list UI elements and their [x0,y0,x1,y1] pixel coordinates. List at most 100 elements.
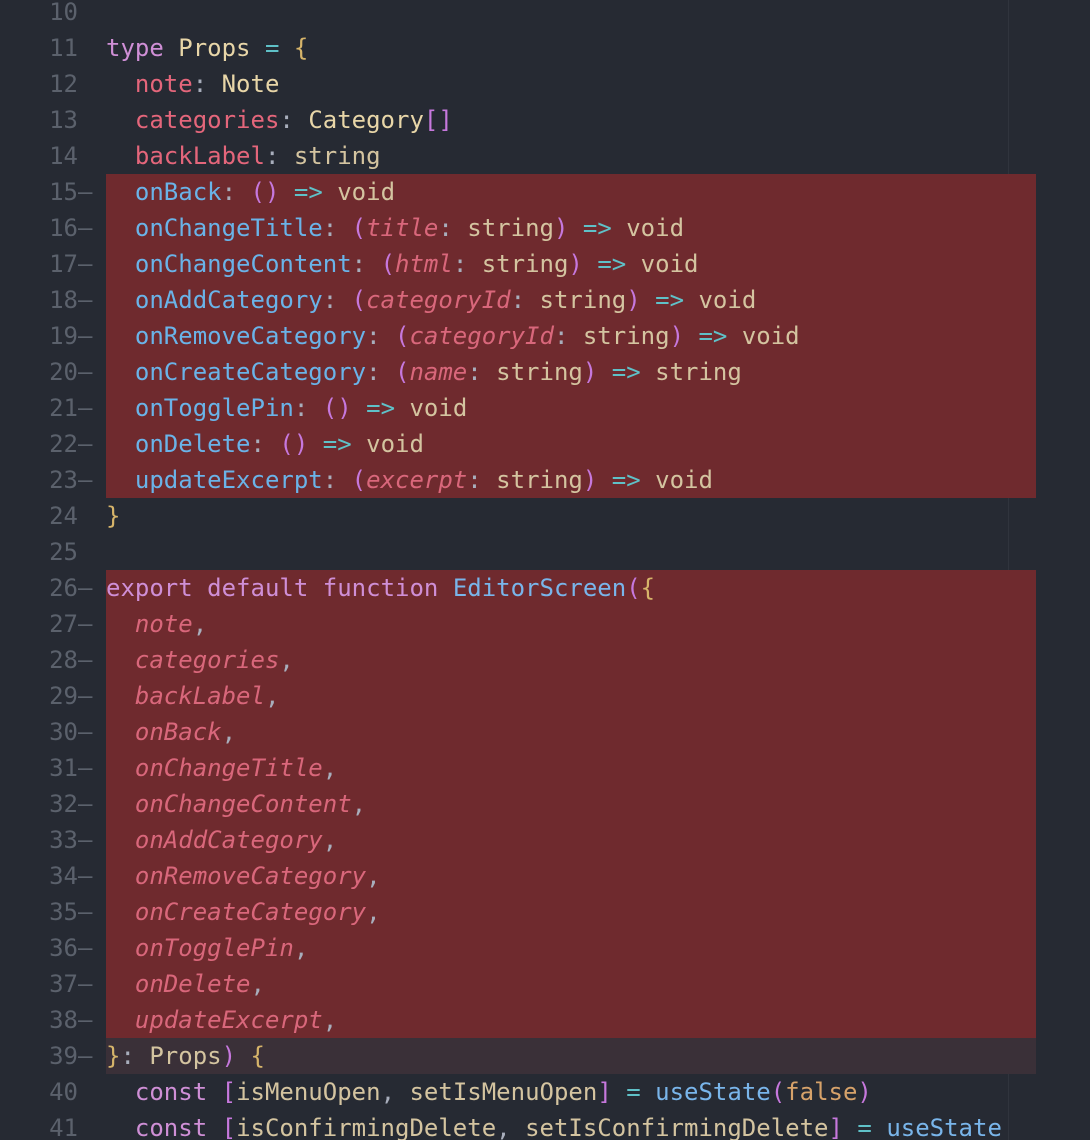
code-text[interactable]: const [isConfirmingDelete, setIsConfirmi… [106,1110,1002,1140]
code-text[interactable]: categories: Category[] [106,102,453,138]
code-token: const [134,1114,208,1140]
code-line[interactable]: 37— onDelete, [0,966,1090,1002]
change-marker-icon[interactable]: — [78,930,98,966]
code-token: Category [308,106,424,134]
change-marker-icon[interactable]: — [78,174,98,210]
code-line[interactable]: 26— export default function EditorScreen(… [0,570,1090,606]
code-text[interactable]: onChangeTitle: (title: string) => void [106,210,684,246]
code-text[interactable]: onAddCategory, [106,822,337,858]
change-marker-icon[interactable]: — [78,354,98,390]
change-marker-icon[interactable]: — [78,390,98,426]
code-line[interactable]: 15— onBack: () => void [0,174,1090,210]
code-editor[interactable]: 10 11 type Props = {12 note: Note 13 catego… [0,0,1090,1140]
code-text[interactable]: updateExcerpt, [106,1002,337,1038]
code-line[interactable]: 12 note: Note [0,66,1090,102]
code-token: , [322,826,338,854]
code-text[interactable]: backLabel, [106,678,280,714]
code-line[interactable]: 24} [0,498,1090,534]
code-text[interactable]: onTogglePin: () => void [106,390,467,426]
code-text[interactable]: onChangeContent, [106,786,366,822]
code-line[interactable]: 39—}: Props) { [0,1038,1090,1074]
code-line[interactable]: 27— note, [0,606,1090,642]
code-line[interactable]: 20— onCreateCategory: (name: string) => … [0,354,1090,390]
code-text[interactable]: onCreateCategory: (name: string) => stri… [106,354,742,390]
change-marker-icon[interactable]: — [78,750,98,786]
change-marker-icon[interactable]: — [78,462,98,498]
code-token: => [366,394,396,422]
code-line[interactable]: 28— categories, [0,642,1090,678]
code-line[interactable]: 33— onAddCategory, [0,822,1090,858]
change-marker-icon[interactable]: — [78,786,98,822]
change-marker-icon[interactable]: — [78,966,98,1002]
code-line[interactable]: 18— onAddCategory: (categoryId: string) … [0,282,1090,318]
change-marker-icon[interactable]: — [78,606,98,642]
code-text[interactable]: note: Note [106,66,280,102]
code-text[interactable]: type Props = { [106,30,308,66]
code-text[interactable]: onBack, [106,714,236,750]
code-line[interactable]: 40 const [isMenuOpen, setIsMenuOpen] = u… [0,1074,1090,1110]
change-marker-icon[interactable]: — [78,210,98,246]
code-line[interactable]: 29— backLabel, [0,678,1090,714]
code-text[interactable]: onTogglePin, [106,930,308,966]
code-line[interactable]: 19— onRemoveCategory: (categoryId: strin… [0,318,1090,354]
code-text[interactable]: note, [106,606,207,642]
change-marker-icon[interactable]: — [78,894,98,930]
code-token: useState [886,1114,1002,1140]
code-line[interactable]: 31— onChangeTitle, [0,750,1090,786]
code-line[interactable]: 38— updateExcerpt, [0,1002,1090,1038]
code-text[interactable]: onCreateCategory, [106,894,381,930]
change-marker-icon[interactable]: — [78,714,98,750]
change-marker-icon[interactable]: — [78,1002,98,1038]
code-text[interactable]: backLabel: string [106,138,381,174]
code-line[interactable]: 36— onTogglePin, [0,930,1090,966]
code-line[interactable]: 13 categories: Category[] [0,102,1090,138]
change-marker-icon[interactable]: — [78,570,98,606]
code-token: ) [582,466,598,494]
code-line[interactable]: 23— updateExcerpt: (excerpt: string) => … [0,462,1090,498]
code-text[interactable]: onBack: () => void [106,174,395,210]
code-token: type [106,34,164,62]
change-marker-icon[interactable]: — [78,426,98,462]
code-line[interactable]: 11 type Props = { [0,30,1090,66]
code-line[interactable]: 22— onDelete: () => void [0,426,1090,462]
code-line[interactable]: 34— onRemoveCategory, [0,858,1090,894]
code-text[interactable]: onAddCategory: (categoryId: string) => v… [106,282,756,318]
code-line[interactable]: 41 const [isConfirmingDelete, setIsConfi… [0,1110,1090,1140]
code-text[interactable]: categories, [106,642,294,678]
change-marker-icon[interactable]: — [78,822,98,858]
code-text[interactable]: export default function EditorScreen({ [106,570,655,606]
change-marker-icon[interactable]: — [78,318,98,354]
code-text[interactable]: onRemoveCategory: (categoryId: string) =… [106,318,800,354]
code-text[interactable]: onRemoveCategory, [106,858,381,894]
code-text[interactable]: const [isMenuOpen, setIsMenuOpen] = useS… [106,1074,872,1110]
code-line[interactable]: 16— onChangeTitle: (title: string) => vo… [0,210,1090,246]
code-text[interactable]: onDelete: () => void [106,426,424,462]
code-text[interactable]: onChangeTitle, [106,750,337,786]
code-line[interactable]: 21— onTogglePin: () => void [0,390,1090,426]
code-text[interactable]: } [106,498,120,534]
change-marker-icon[interactable]: — [78,282,98,318]
code-line[interactable]: 10 [0,0,1090,30]
code-token: string [467,214,554,242]
change-marker-icon[interactable]: — [78,858,98,894]
change-marker-icon[interactable]: — [78,642,98,678]
code-token: note [134,70,193,98]
code-line[interactable]: 30— onBack, [0,714,1090,750]
code-text[interactable]: }: Props) { [106,1038,265,1074]
code-line[interactable]: 25 [0,534,1090,570]
code-line[interactable]: 17— onChangeContent: (html: string) => v… [0,246,1090,282]
code-text[interactable]: updateExcerpt: (excerpt: string) => void [106,462,713,498]
code-token: : [322,466,352,494]
change-marker-icon[interactable]: — [78,1038,98,1074]
change-marker-icon[interactable]: — [78,246,98,282]
code-text[interactable]: onChangeContent: (html: string) => void [106,246,699,282]
code-line[interactable]: 14 backLabel: string [0,138,1090,174]
code-line[interactable]: 32— onChangeContent, [0,786,1090,822]
change-marker-icon[interactable]: — [78,678,98,714]
code-text[interactable]: onDelete, [106,966,265,1002]
code-line[interactable]: 35— onCreateCategory, [0,894,1090,930]
code-token: title [366,214,439,242]
code-token: function [322,574,439,602]
